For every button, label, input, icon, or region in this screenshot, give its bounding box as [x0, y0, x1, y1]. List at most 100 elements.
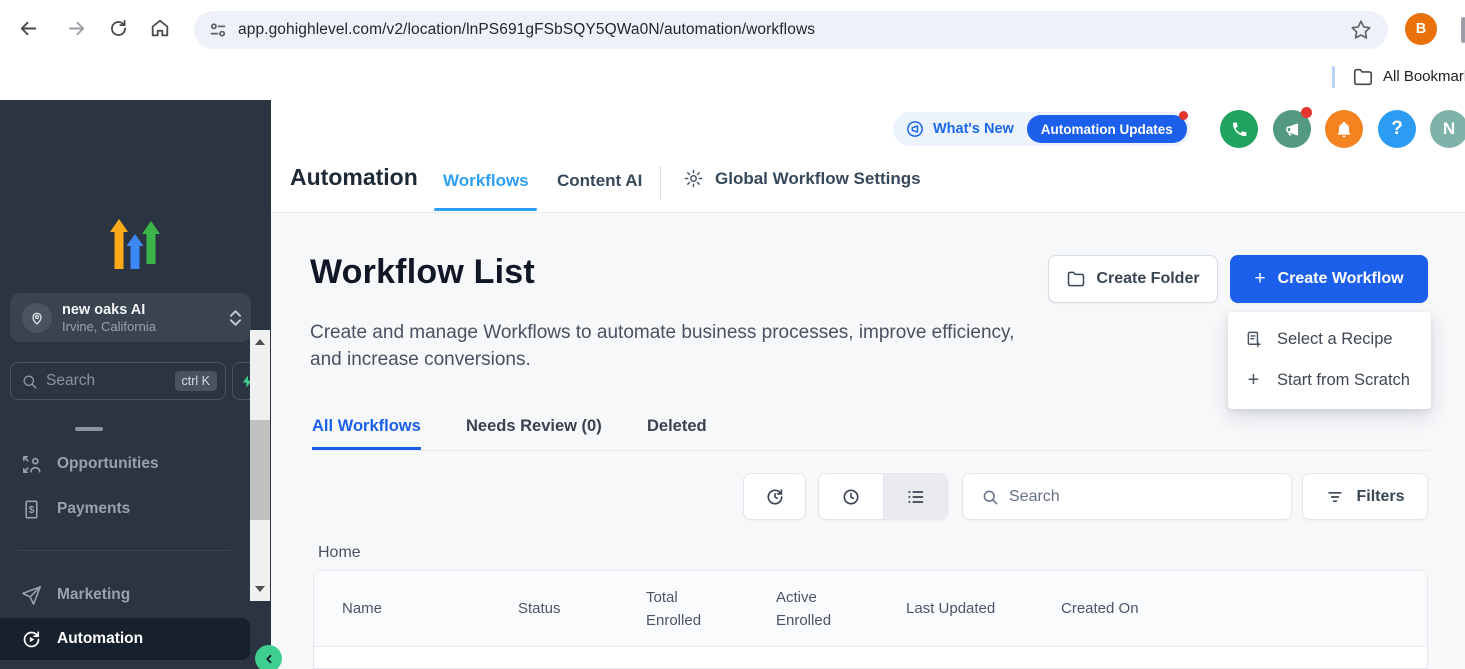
- active-subtab-underline: [312, 447, 421, 450]
- chevron-left-icon: [262, 652, 276, 666]
- browser-profile-avatar[interactable]: B: [1405, 13, 1437, 45]
- view-toggle-group: [818, 473, 948, 520]
- location-pin-icon: [22, 303, 52, 333]
- send-icon: [20, 584, 43, 607]
- help-button[interactable]: ?: [1378, 110, 1416, 148]
- tab-deleted[interactable]: Deleted: [647, 417, 707, 436]
- search-icon: [21, 373, 38, 390]
- sidebar-search-input[interactable]: [46, 372, 175, 390]
- column-header-status: Status: [518, 600, 646, 617]
- workflow-list-description: Create and manage Workflows to automate …: [310, 319, 1015, 373]
- scrollbar-thumb[interactable]: [250, 420, 270, 520]
- megaphone-icon: [1283, 120, 1302, 139]
- screen: app.gohighlevel.com/v2/location/lnPS691g…: [0, 0, 1465, 669]
- sidebar-search[interactable]: ctrl K: [10, 362, 226, 400]
- active-tab-underline: [434, 208, 537, 211]
- phone-button[interactable]: [1220, 110, 1258, 148]
- automation-icon: [20, 628, 43, 651]
- all-bookmarks-label[interactable]: All Bookmarks: [1383, 68, 1465, 85]
- sidebar-item-sites[interactable]: Sites: [0, 662, 250, 669]
- sidebar-item-opportunities[interactable]: Opportunities: [0, 443, 250, 485]
- workflow-search-input[interactable]: [1009, 488, 1291, 506]
- sidebar: new oaks AI Irvine, California ctrl K Op…: [0, 100, 271, 669]
- enrollment-history-button[interactable]: [743, 473, 806, 520]
- tab-all-workflows[interactable]: All Workflows: [312, 417, 421, 436]
- payments-icon: $: [20, 498, 43, 521]
- notification-dot: [1301, 107, 1312, 118]
- list-view-button[interactable]: [883, 474, 947, 519]
- column-header-total-enrolled: Total Enrolled: [646, 586, 776, 632]
- sidebar-item-marketing[interactable]: Marketing: [0, 574, 250, 616]
- browser-menu-icon[interactable]: [1461, 17, 1465, 43]
- address-bar[interactable]: app.gohighlevel.com/v2/location/lnPS691g…: [194, 11, 1388, 49]
- bookmarks-separator: [1332, 66, 1335, 88]
- create-folder-button[interactable]: Create Folder: [1048, 255, 1218, 303]
- column-header-active-enrolled: Active Enrolled: [776, 586, 906, 632]
- account-name: new oaks AI: [62, 301, 230, 319]
- site-info-icon[interactable]: [207, 19, 229, 41]
- plus-icon: +: [1244, 369, 1263, 392]
- filters-button[interactable]: Filters: [1302, 473, 1428, 520]
- clock-icon: [840, 486, 862, 508]
- scroll-up-arrow[interactable]: [255, 339, 265, 345]
- sidebar-collapse-button[interactable]: [255, 645, 282, 669]
- shortcut-badge: ctrl K: [175, 371, 217, 391]
- breadcrumb-home[interactable]: Home: [318, 544, 361, 562]
- bell-icon: [1334, 119, 1354, 139]
- tab-workflows[interactable]: Workflows: [443, 171, 529, 191]
- account-switcher[interactable]: new oaks AI Irvine, California: [10, 293, 251, 342]
- scroll-down-arrow[interactable]: [255, 586, 265, 592]
- time-view-button[interactable]: [819, 474, 883, 519]
- sidebar-item-automation[interactable]: Automation: [0, 618, 250, 660]
- scrolled-item-fragment: [75, 427, 103, 431]
- menu-item-select-recipe[interactable]: Select a Recipe: [1228, 319, 1431, 360]
- account-location: Irvine, California: [62, 319, 230, 335]
- folder-icon: [1066, 269, 1086, 289]
- plus-icon: +: [1254, 268, 1265, 290]
- sidebar-divider: [18, 550, 230, 551]
- page-title: Automation: [290, 164, 418, 191]
- announcements-button[interactable]: [1273, 110, 1311, 148]
- column-header-last-updated: Last Updated: [906, 600, 1061, 617]
- tabs-separator: [660, 166, 661, 200]
- tab-needs-review[interactable]: Needs Review (0): [466, 417, 602, 436]
- filter-lines-icon: [1325, 487, 1345, 507]
- home-icon[interactable]: [140, 8, 180, 48]
- url-text[interactable]: app.gohighlevel.com/v2/location/lnPS691g…: [238, 21, 815, 39]
- gohighlevel-logo-icon: [110, 219, 160, 275]
- global-workflow-settings-link[interactable]: Global Workflow Settings: [683, 168, 921, 189]
- workflow-search[interactable]: [962, 473, 1292, 520]
- question-mark-icon: ?: [1391, 118, 1403, 140]
- sidebar-item-payments[interactable]: $ Payments: [0, 488, 250, 530]
- bookmarks-folder-icon[interactable]: [1352, 66, 1374, 88]
- notification-dot: [1179, 111, 1188, 120]
- opportunities-icon: [20, 453, 43, 476]
- chevron-up-down-icon: [230, 310, 241, 326]
- reload-icon[interactable]: [98, 8, 138, 48]
- table-header-row: Name Status Total Enrolled Active Enroll…: [314, 571, 1427, 647]
- tab-content-ai[interactable]: Content AI: [557, 171, 642, 191]
- bookmark-star-icon[interactable]: [1350, 19, 1372, 41]
- notifications-button[interactable]: [1325, 110, 1363, 148]
- svg-text:$: $: [29, 504, 35, 515]
- column-header-name: Name: [342, 600, 518, 617]
- app-topbar: What's New Automation Updates ? N Automa…: [271, 100, 1465, 213]
- user-avatar[interactable]: N: [1430, 110, 1465, 148]
- browser-toolbar: app.gohighlevel.com/v2/location/lnPS691g…: [0, 0, 1465, 55]
- workflow-table: Name Status Total Enrolled Active Enroll…: [313, 570, 1428, 669]
- automation-updates-badge[interactable]: Automation Updates: [1027, 115, 1187, 143]
- create-workflow-button[interactable]: + Create Workflow: [1230, 255, 1428, 303]
- column-header-created-on: Created On: [1061, 600, 1139, 617]
- back-icon[interactable]: [8, 8, 48, 48]
- phone-icon: [1230, 120, 1249, 139]
- history-clock-icon: [764, 486, 786, 508]
- workflow-list-page: Workflow List Create and manage Workflow…: [271, 213, 1465, 669]
- menu-item-start-from-scratch[interactable]: + Start from Scratch: [1228, 360, 1431, 401]
- workflow-list-heading: Workflow List: [310, 253, 535, 292]
- forward-icon[interactable]: [56, 8, 96, 48]
- whats-new-pill[interactable]: What's New Automation Updates: [893, 112, 1190, 146]
- tabs-bottom-border: [312, 450, 1429, 451]
- announcement-icon: [905, 119, 925, 139]
- sidebar-scrollbar[interactable]: [250, 330, 270, 601]
- gear-icon: [683, 168, 704, 189]
